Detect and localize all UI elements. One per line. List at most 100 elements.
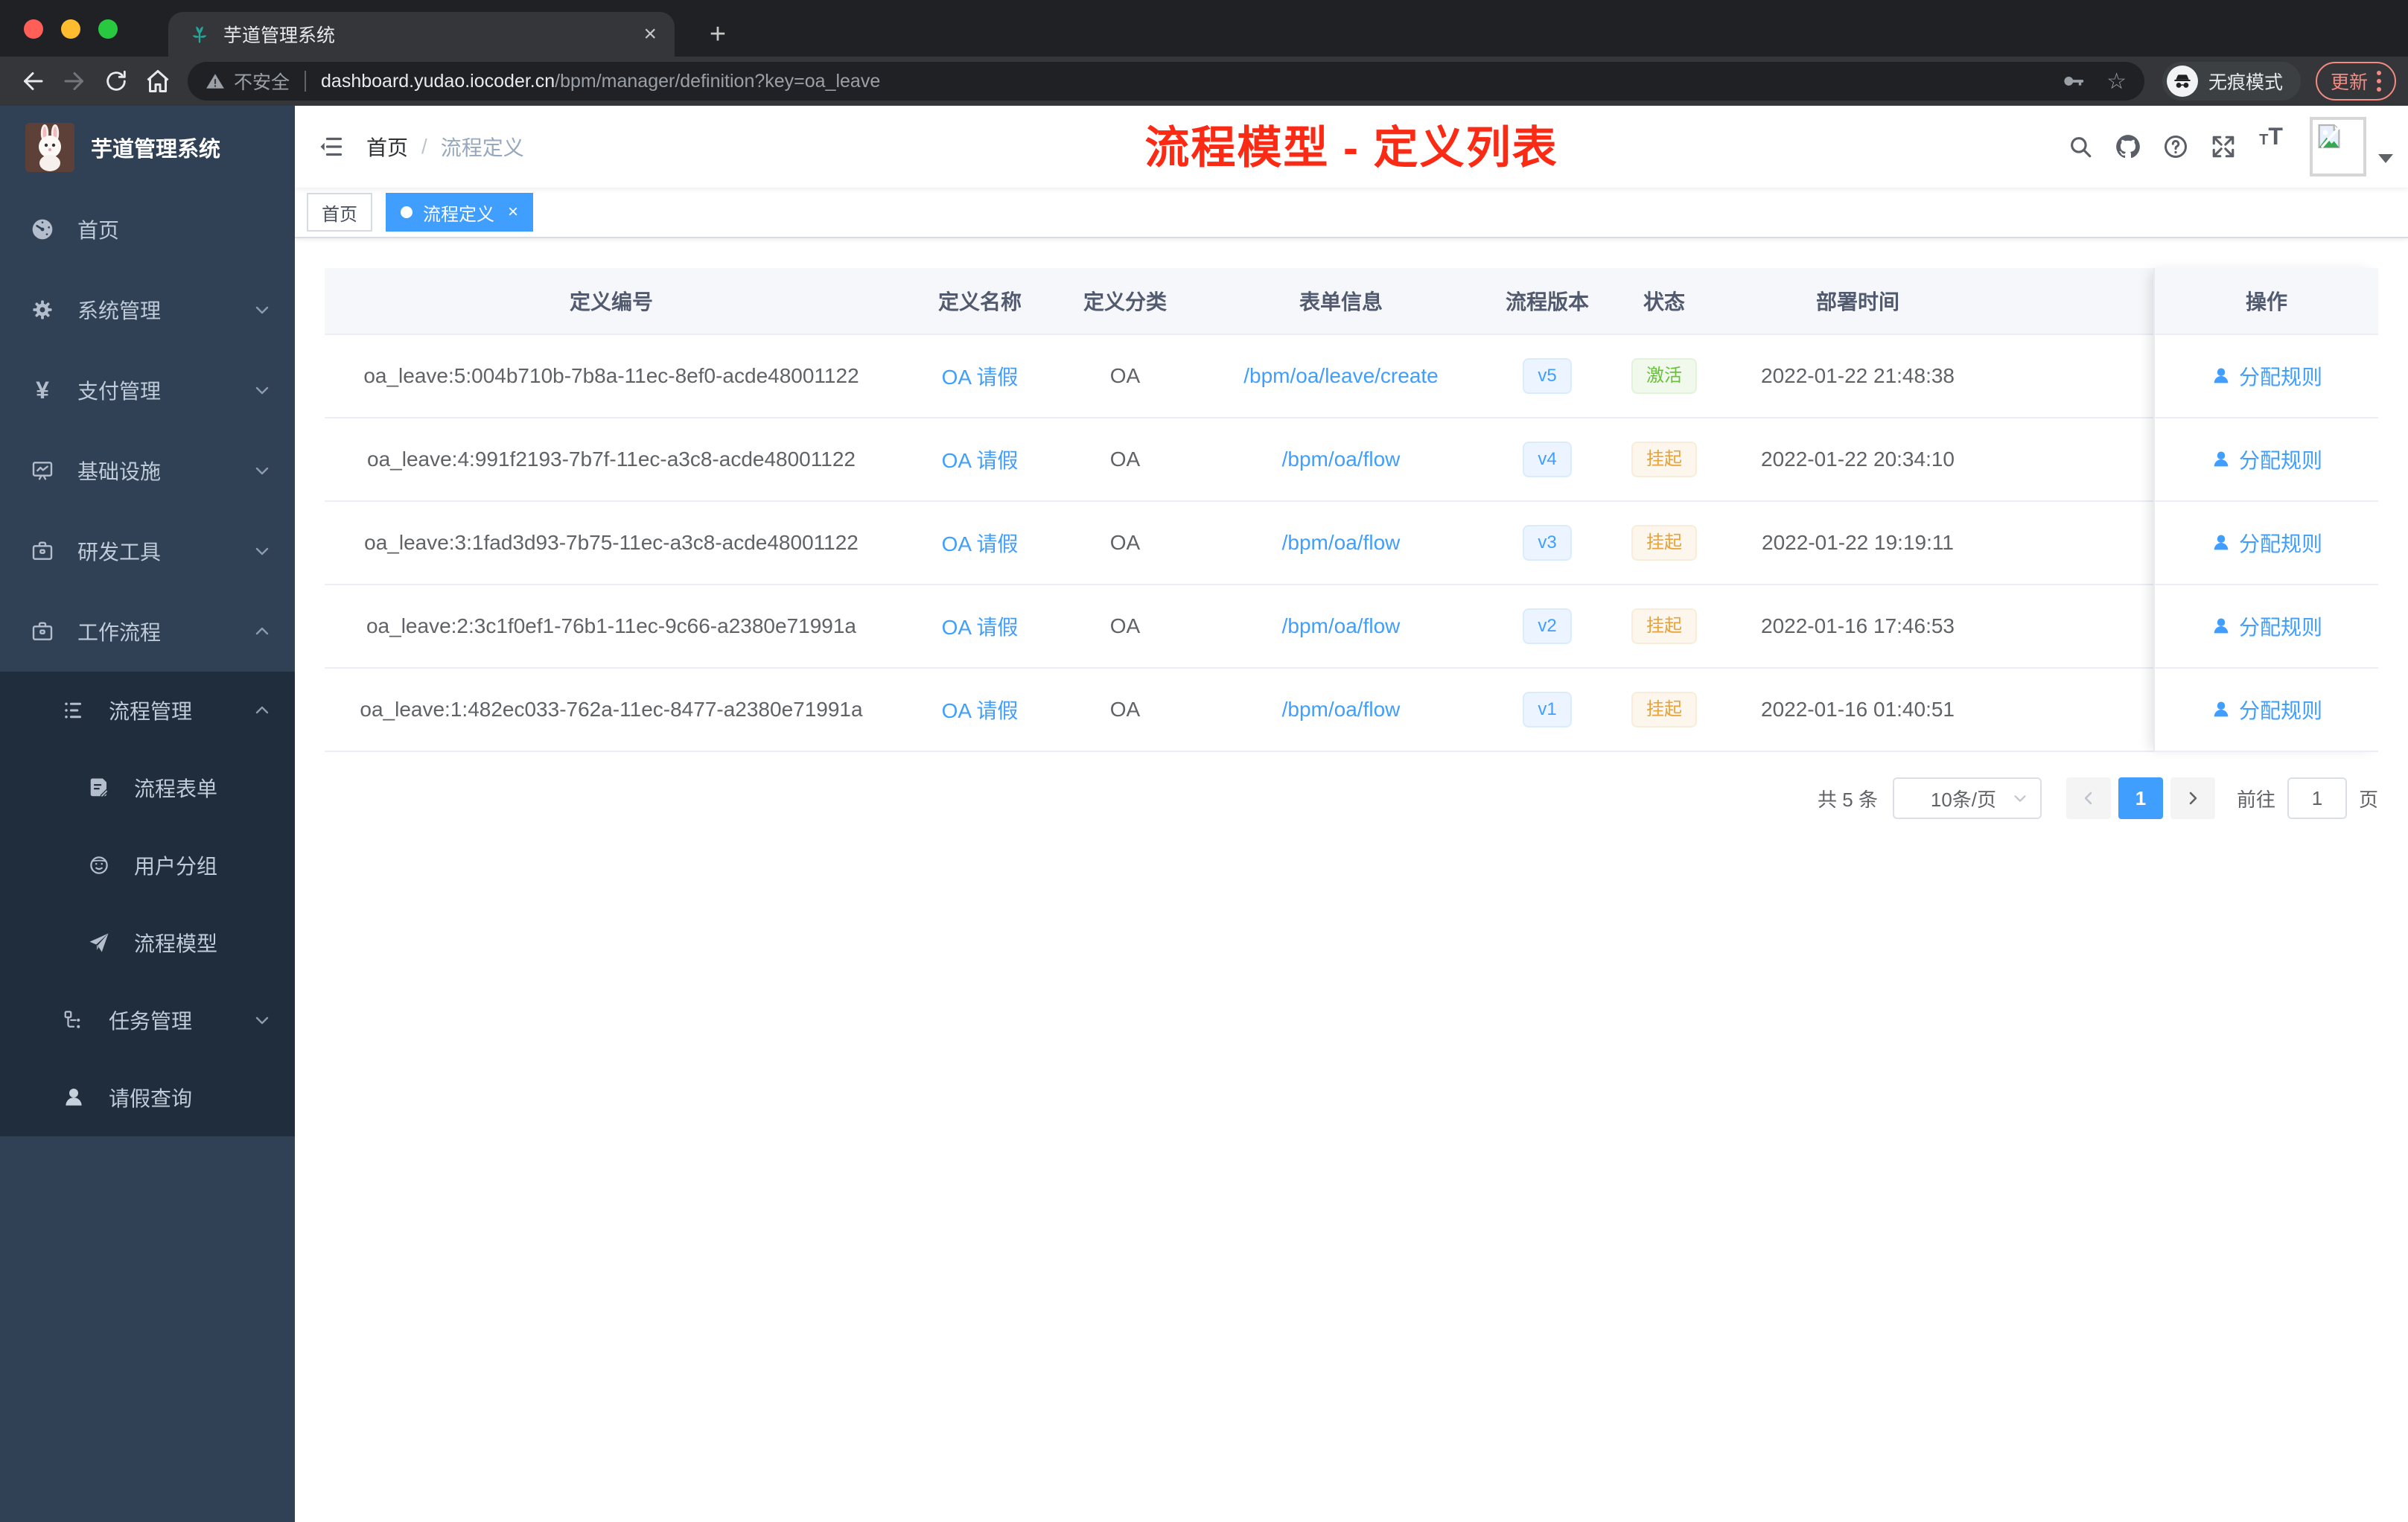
- sidebar-item-process-management[interactable]: 流程管理: [0, 672, 295, 749]
- goto-page-input[interactable]: [2287, 777, 2347, 819]
- reload-icon[interactable]: [95, 60, 137, 102]
- back-icon[interactable]: [12, 60, 54, 102]
- tag-home[interactable]: 首页: [307, 193, 372, 232]
- form-link[interactable]: /bpm/oa/flow: [1282, 698, 1401, 722]
- navbar-actions: TT: [2057, 117, 2408, 176]
- breadcrumb-separator: /: [421, 135, 427, 158]
- sidebar-item-infrastructure[interactable]: 基础设施: [0, 430, 295, 511]
- new-tab-button[interactable]: +: [697, 13, 739, 55]
- assign-rule-button[interactable]: 分配规则: [2211, 528, 2322, 558]
- page-number-button[interactable]: 1: [2118, 777, 2163, 819]
- breadcrumb-current: 流程定义: [440, 136, 524, 159]
- definition-id: oa_leave:3:1fad3d93-7b75-11ec-a3c8-acde4…: [364, 531, 859, 554]
- forward-icon[interactable]: [54, 60, 95, 102]
- sidebar-item-process-form[interactable]: 流程表单: [0, 749, 295, 827]
- assign-rule-button[interactable]: 分配规则: [2211, 695, 2322, 725]
- prev-page-button[interactable]: [2065, 777, 2111, 819]
- sidebar-item-task-management[interactable]: 任务管理: [0, 981, 295, 1059]
- user-avatar[interactable]: [2310, 117, 2366, 176]
- not-secure-label[interactable]: 不安全: [234, 68, 290, 95]
- sidebar-item-process-model[interactable]: 流程模型: [0, 904, 295, 981]
- main-area: 首页 / 流程定义 流程模型 - 定义列表 T T 首页 流程定义 × 定义编号…: [295, 106, 2408, 1522]
- page-title-annotation: 流程模型 - 定义列表: [1144, 123, 1558, 173]
- tag-process-definition[interactable]: 流程定义 ×: [386, 193, 534, 232]
- definition-name-link[interactable]: OA 请假: [942, 528, 1019, 558]
- sidebar-item-user-group[interactable]: 用户分组: [0, 827, 295, 904]
- status-badge: 挂起: [1631, 442, 1697, 477]
- assign-rule-button[interactable]: 分配规则: [2211, 445, 2322, 474]
- version-badge: v3: [1523, 525, 1572, 561]
- definition-table: 定义编号 定义名称 定义分类 表单信息 流程版本 状态 部署时间 oa_leav…: [325, 268, 2378, 752]
- bookmark-star-icon[interactable]: ☆: [2106, 69, 2127, 95]
- definition-name-link[interactable]: OA 请假: [942, 611, 1019, 641]
- page-content: 定义编号 定义名称 定义分类 表单信息 流程版本 状态 部署时间 oa_leav…: [295, 238, 2408, 1522]
- table-row: oa_leave:1:482ec033-762a-11ec-8477-a2380…: [325, 669, 2378, 752]
- definition-name-link[interactable]: OA 请假: [942, 361, 1019, 391]
- form-link[interactable]: /bpm/oa/flow: [1282, 448, 1401, 471]
- form-link[interactable]: /bpm/oa/flow: [1282, 614, 1401, 638]
- not-secure-warning-icon[interactable]: [206, 71, 225, 91]
- deploy-time: 2022-01-22 21:48:38: [1761, 364, 1955, 387]
- address-bar[interactable]: 不安全 dashboard.yudao.iocoder.cn/bpm/manag…: [188, 62, 2144, 101]
- user-group-icon: [86, 854, 112, 876]
- home-icon[interactable]: [137, 60, 179, 102]
- github-icon[interactable]: [2104, 123, 2152, 171]
- next-page-button[interactable]: [2170, 777, 2215, 819]
- definition-id: oa_leave:1:482ec033-762a-11ec-8477-a2380…: [360, 698, 863, 721]
- sidebar-item-system[interactable]: 系统管理: [0, 270, 295, 350]
- sidebar-item-workflow[interactable]: 工作流程: [0, 591, 295, 672]
- update-label[interactable]: 更新: [2331, 68, 2368, 95]
- definition-category: OA: [1109, 448, 1141, 471]
- page-size-value: 10条/页: [1930, 788, 1997, 811]
- minimize-window-button[interactable]: [61, 19, 80, 39]
- sidebar-item-label: 支付管理: [77, 380, 162, 403]
- sidebar: 芋道管理系统 首页 系统管理 ¥ 支付管理 基础设施 研发工具 工作流程 流程管…: [0, 106, 295, 1522]
- page-size-select[interactable]: 10条/页: [1892, 777, 2042, 819]
- breadcrumb-home[interactable]: 首页: [366, 132, 408, 162]
- definition-category: OA: [1109, 698, 1141, 721]
- sidebar-logo[interactable]: 芋道管理系统: [0, 106, 295, 189]
- tags-view: 首页 流程定义 ×: [295, 188, 2408, 238]
- sidebar-item-home[interactable]: 首页: [0, 189, 295, 270]
- active-dot: [401, 206, 413, 218]
- close-tab-icon[interactable]: ×: [640, 23, 660, 45]
- form-link[interactable]: /bpm/oa/flow: [1282, 531, 1401, 555]
- sidebar-item-label: 基础设施: [77, 460, 162, 483]
- url-path[interactable]: /bpm/manager/definition?key=oa_leave: [555, 71, 880, 92]
- zoom-window-button[interactable]: [98, 19, 118, 39]
- assign-rule-button[interactable]: 分配规则: [2211, 611, 2322, 641]
- col-header-time: 部署时间: [1815, 290, 1899, 313]
- font-size-icon[interactable]: TT: [2247, 123, 2295, 171]
- sidebar-item-devtools[interactable]: 研发工具: [0, 511, 295, 591]
- password-key-icon[interactable]: [2060, 69, 2086, 94]
- search-icon[interactable]: [2057, 123, 2104, 171]
- chrome-update-button[interactable]: 更新: [2315, 62, 2396, 101]
- assign-rule-button[interactable]: 分配规则: [2211, 361, 2322, 391]
- status-badge: 挂起: [1631, 692, 1697, 727]
- close-window-button[interactable]: [24, 19, 43, 39]
- workflow-submenu: 流程管理 流程表单 用户分组 流程模型 任务管理 请假查询: [0, 672, 295, 1136]
- definition-name-link[interactable]: OA 请假: [942, 695, 1019, 725]
- traffic-lights: [24, 19, 118, 39]
- monitor-icon: [30, 459, 55, 483]
- pagination: 共 5 条 10条/页 1 前往 页: [325, 777, 2378, 819]
- sidebar-item-payment[interactable]: ¥ 支付管理: [0, 350, 295, 430]
- sidebar-item-leave-query[interactable]: 请假查询: [0, 1059, 295, 1136]
- form-link[interactable]: /bpm/oa/leave/create: [1243, 364, 1439, 388]
- sidebar-item-label: 研发工具: [77, 541, 162, 564]
- definition-name-link[interactable]: OA 请假: [942, 445, 1019, 474]
- col-header-form: 表单信息: [1299, 290, 1383, 313]
- browser-menu-icon[interactable]: [2377, 71, 2381, 92]
- avatar-caret-down-icon[interactable]: [2378, 154, 2393, 163]
- logo-avatar: [25, 123, 74, 172]
- help-icon[interactable]: [2152, 123, 2200, 171]
- url-domain[interactable]: dashboard.yudao.iocoder.cn: [321, 71, 555, 92]
- browser-tab[interactable]: 芋道管理系统 ×: [168, 12, 675, 57]
- sidebar-toggle-icon[interactable]: [295, 133, 366, 160]
- close-tag-icon[interactable]: ×: [508, 202, 518, 223]
- pagination-total: 共 5 条: [1818, 788, 1878, 811]
- fullscreen-icon[interactable]: [2200, 123, 2247, 171]
- form-edit-icon: [86, 777, 112, 799]
- toolbox-icon: [30, 539, 55, 563]
- sidebar-item-label: 流程模型: [134, 932, 218, 955]
